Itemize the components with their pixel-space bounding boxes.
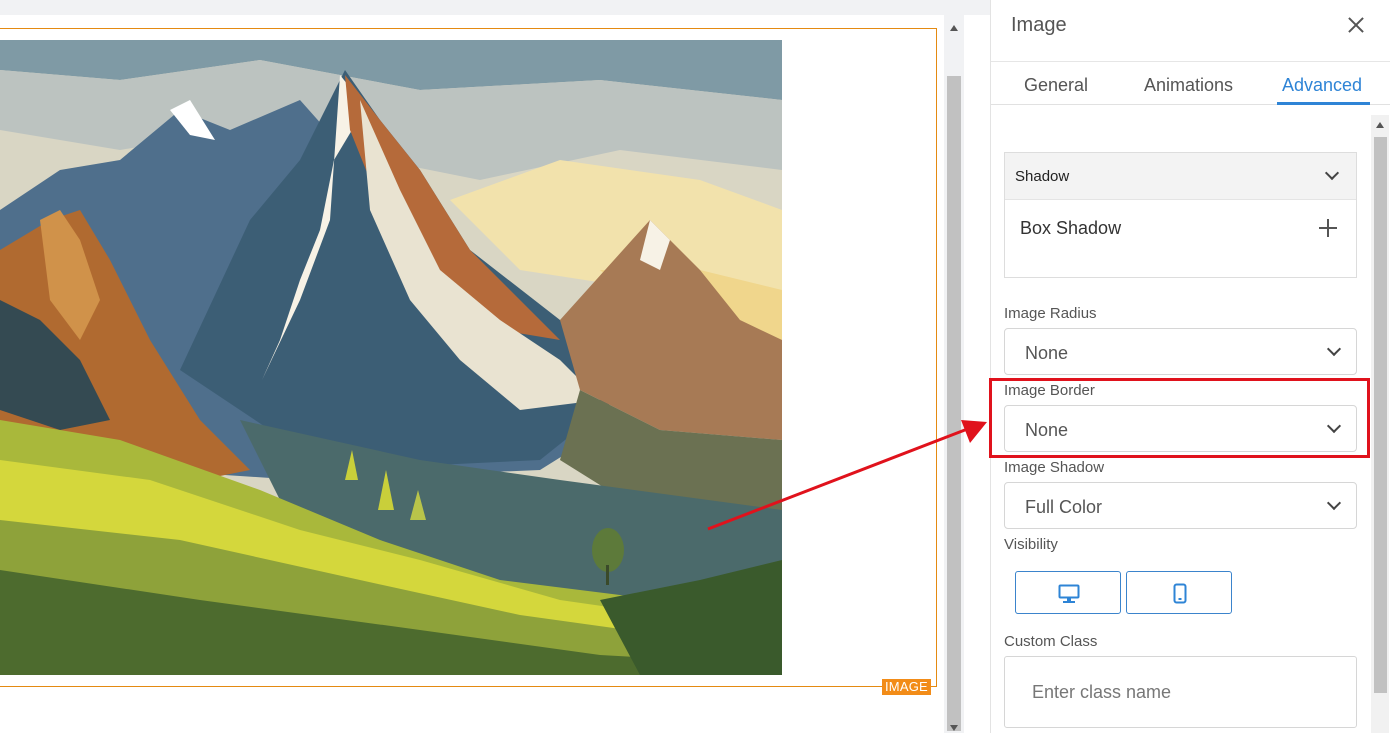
image-shadow-label: Image Shadow	[1004, 459, 1105, 476]
canvas-top-strip	[0, 0, 990, 15]
image-radius-select[interactable]: None	[1004, 328, 1357, 375]
annotation-arrow	[707, 420, 987, 531]
tab-advanced[interactable]: Advanced	[1282, 75, 1362, 96]
panel-scroll-up-icon[interactable]	[1376, 122, 1384, 128]
image-settings-panel: Image General Animations Advanced Shadow…	[990, 0, 1390, 733]
shadow-section-header[interactable]: Shadow	[1005, 153, 1356, 200]
canvas-scrollbar[interactable]	[944, 15, 964, 733]
box-shadow-label: Box Shadow	[1020, 218, 1122, 238]
desktop-icon	[1058, 584, 1080, 603]
mountain-image[interactable]	[0, 40, 782, 675]
active-tab-indicator	[1277, 102, 1370, 105]
chevron-down-icon	[1326, 495, 1342, 511]
custom-class-input[interactable]	[1004, 656, 1357, 728]
tab-animations[interactable]: Animations	[1144, 75, 1233, 96]
scroll-down-arrow-icon[interactable]	[950, 725, 958, 731]
image-widget-badge: IMAGE	[882, 679, 931, 695]
image-shadow-value: Full Color	[1025, 497, 1103, 517]
mobile-icon	[1173, 583, 1187, 604]
tab-general[interactable]: General	[1024, 75, 1088, 96]
panel-tabs: General Animations Advanced	[991, 61, 1390, 105]
image-radius-value: None	[1025, 343, 1069, 363]
shadow-section: Shadow Box Shadow	[1004, 152, 1357, 278]
image-radius-label: Image Radius	[1004, 305, 1097, 322]
scroll-up-arrow-icon[interactable]	[950, 25, 958, 31]
image-shadow-select[interactable]: Full Color	[1004, 482, 1357, 529]
chevron-down-icon	[1326, 341, 1342, 357]
visibility-label: Visibility	[1004, 536, 1058, 553]
image-border-highlight	[989, 378, 1370, 458]
panel-scrollbar[interactable]	[1371, 115, 1389, 733]
canvas-scrollbar-thumb[interactable]	[947, 76, 961, 731]
visibility-mobile-button[interactable]	[1126, 571, 1232, 614]
chevron-down-icon	[1324, 165, 1340, 181]
shadow-section-title: Shadow	[1015, 168, 1070, 185]
close-icon[interactable]	[1343, 12, 1369, 38]
add-box-shadow-icon[interactable]	[1319, 219, 1337, 237]
panel-scrollbar-thumb[interactable]	[1374, 137, 1387, 693]
panel-title: Image	[1011, 14, 1067, 36]
visibility-desktop-button[interactable]	[1015, 571, 1121, 614]
custom-class-label: Custom Class	[1004, 633, 1098, 650]
